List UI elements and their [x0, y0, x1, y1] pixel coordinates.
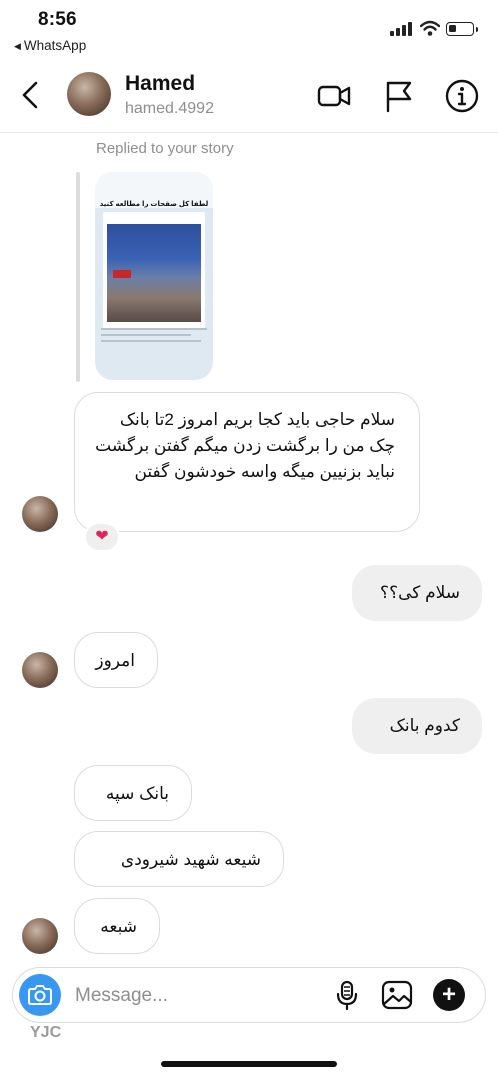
watermark-logo: YJC — [30, 1024, 61, 1042]
message-input[interactable]: Message... — [75, 985, 168, 1007]
outgoing-message-bubble[interactable]: سلام کی؟؟ — [352, 565, 482, 621]
contact-name[interactable]: Hamed — [125, 72, 195, 96]
back-triangle-icon: ◀ — [14, 41, 21, 51]
video-call-icon[interactable] — [316, 78, 352, 114]
sender-avatar[interactable] — [22, 652, 58, 688]
watermark-text: YJC — [30, 1024, 62, 1041]
story-post-red-tag — [113, 270, 131, 278]
chat-header: Hamed hamed.4992 — [0, 60, 498, 133]
incoming-message-bubble[interactable]: شیعه شهید شیرودی — [74, 831, 284, 887]
sender-avatar[interactable] — [22, 496, 58, 532]
replied-to-story-label: Replied to your story — [96, 140, 234, 157]
back-to-app-link[interactable]: ◀ WhatsApp — [14, 38, 86, 53]
reply-indicator-bar — [76, 172, 80, 382]
home-indicator[interactable] — [161, 1061, 337, 1067]
battery-icon — [446, 22, 478, 36]
back-icon[interactable] — [16, 80, 46, 110]
wifi-icon — [420, 20, 440, 36]
status-time: 8:56 — [38, 9, 77, 30]
camera-icon — [28, 985, 52, 1005]
camera-button[interactable] — [19, 974, 61, 1016]
microphone-icon[interactable] — [331, 979, 363, 1011]
incoming-message-bubble[interactable]: امروز — [74, 632, 158, 688]
incoming-message-bubble[interactable]: بانک سپه — [74, 765, 192, 821]
back-app-label: WhatsApp — [23, 38, 87, 53]
message-composer: Message... + — [12, 967, 486, 1023]
gallery-icon[interactable] — [381, 979, 413, 1011]
story-card-title: لطفا کل صفحات را مطالعه کنید — [99, 201, 209, 208]
flag-icon[interactable] — [381, 78, 417, 114]
contact-avatar[interactable] — [67, 72, 111, 116]
plus-icon[interactable]: + — [433, 979, 465, 1011]
sender-avatar[interactable] — [22, 918, 58, 954]
outgoing-message-bubble[interactable]: کدوم بانک — [352, 698, 482, 754]
cellular-signal-icon — [390, 22, 412, 36]
heart-icon[interactable]: ❤ — [84, 522, 120, 552]
story-post-preview — [103, 212, 205, 330]
incoming-message-bubble[interactable]: شبعه — [74, 898, 160, 954]
contact-handle[interactable]: hamed.4992 — [125, 100, 214, 118]
incoming-message-bubble[interactable]: سلام حاجی باید کجا بریم امروز 2تا بانک چ… — [74, 392, 420, 532]
info-icon[interactable] — [444, 78, 480, 114]
story-thumbnail[interactable]: لطفا کل صفحات را مطالعه کنید — [95, 172, 213, 380]
